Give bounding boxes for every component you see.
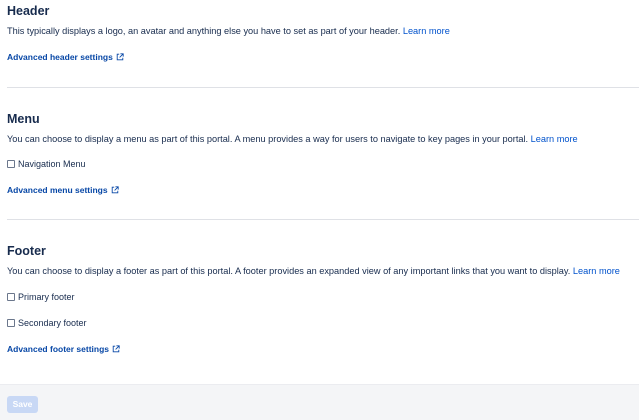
navigation-menu-checkbox[interactable] — [7, 159, 15, 168]
advanced-menu-settings-link[interactable]: Advanced menu settings — [7, 184, 639, 196]
header-section-description: This typically displays a logo, an avata… — [7, 26, 639, 38]
header-section-title: Header — [7, 4, 50, 18]
navigation-menu-option[interactable]: Navigation Menu — [7, 158, 639, 170]
external-link-icon — [116, 52, 124, 60]
advanced-header-settings-link[interactable]: Advanced header settings — [7, 51, 639, 63]
advanced-header-settings-label: Advanced header settings — [7, 51, 113, 62]
external-link-icon — [112, 344, 120, 352]
portal-layout-settings: Header This typically displays a logo, a… — [0, 0, 639, 420]
footer-settings-section: Footer You can choose to display a foote… — [0, 240, 639, 355]
footer-description-text: You can choose to display a footer as pa… — [7, 266, 571, 276]
advanced-footer-settings-link[interactable]: Advanced footer settings — [7, 343, 639, 355]
menu-settings-section: Menu You can choose to display a menu as… — [0, 108, 639, 196]
footer-section-title: Footer — [7, 244, 46, 258]
advanced-footer-settings-label: Advanced footer settings — [7, 343, 110, 354]
secondary-footer-label: Secondary footer — [18, 317, 87, 328]
menu-description-text: You can choose to display a menu as part… — [7, 134, 529, 144]
footer-section-description: You can choose to display a footer as pa… — [7, 266, 639, 278]
menu-learn-more-link[interactable]: Learn more — [531, 134, 578, 144]
secondary-footer-checkbox[interactable] — [7, 318, 15, 327]
footer-learn-more-link[interactable]: Learn more — [573, 266, 620, 276]
primary-footer-option[interactable]: Primary footer — [7, 291, 639, 303]
save-button[interactable]: Save — [7, 396, 38, 413]
section-divider — [7, 219, 639, 220]
secondary-footer-option[interactable]: Secondary footer — [7, 317, 639, 329]
action-bar: Save — [0, 384, 639, 420]
header-settings-section: Header This typically displays a logo, a… — [0, 0, 639, 63]
menu-section-description: You can choose to display a menu as part… — [7, 134, 639, 146]
header-description-text: This typically displays a logo, an avata… — [7, 26, 401, 36]
advanced-menu-settings-label: Advanced menu settings — [7, 184, 108, 195]
external-link-icon — [111, 185, 119, 193]
primary-footer-checkbox[interactable] — [7, 292, 15, 301]
menu-section-title: Menu — [7, 112, 40, 126]
section-divider — [7, 87, 639, 88]
primary-footer-label: Primary footer — [18, 291, 75, 302]
navigation-menu-label: Navigation Menu — [18, 158, 86, 169]
header-learn-more-link[interactable]: Learn more — [403, 26, 450, 36]
